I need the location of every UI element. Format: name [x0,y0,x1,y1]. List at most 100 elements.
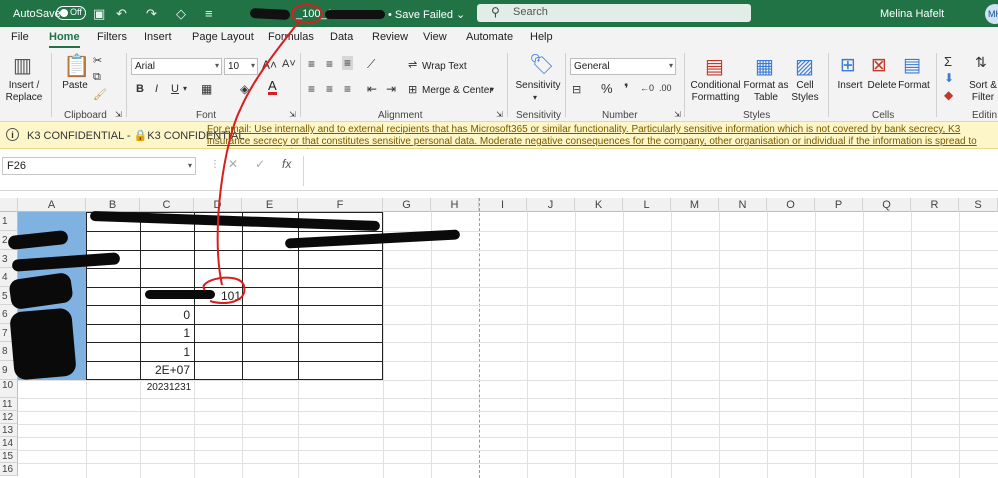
tab-insert[interactable]: Insert [144,31,172,43]
decrease-indent-icon[interactable]: ⇤ [367,82,377,96]
row-header-1[interactable]: 1 [0,212,18,231]
dialog-launcher-icon[interactable]: ⇲ [115,110,122,119]
dialog-launcher-icon[interactable]: ⇲ [496,110,503,119]
insert-cells-button[interactable]: Insert [833,80,867,92]
redo-icon[interactable]: ↷ [146,6,157,22]
increase-font-icon[interactable]: A˄ [262,58,277,72]
increase-decimal-icon[interactable]: ←0 [640,83,654,93]
save-status[interactable]: • Save Failed ⌄ [388,8,465,21]
orientation-icon[interactable]: ⟋ [367,57,375,72]
row-header-11[interactable]: 11 [0,398,18,411]
column-header-f[interactable]: F [298,198,383,212]
wrap-text-icon[interactable]: ⇌ [408,58,417,71]
undo-icon[interactable]: ↶ [116,6,127,22]
align-bottom-icon[interactable]: ≡ [342,56,354,70]
merge-center-button[interactable]: Merge & Center [422,85,493,97]
column-header-o[interactable]: O [767,198,815,212]
row-header-14[interactable]: 14 [0,437,18,450]
options-dots-icon[interactable]: ⋮ [210,159,220,170]
row-header-16[interactable]: 16 [0,463,18,476]
column-header-b[interactable]: B [86,198,140,212]
column-header-i[interactable]: I [479,198,527,212]
chevron-down-icon[interactable]: ▾ [490,85,494,94]
search-box[interactable]: ⚲ Search [477,4,751,22]
column-header-r[interactable]: R [911,198,959,212]
tab-review[interactable]: Review [372,31,408,43]
autosave-toggle[interactable]: Off [56,6,86,20]
cell-c9[interactable]: 2E+07 [140,363,194,377]
column-header-j[interactable]: J [527,198,575,212]
conditional-formatting-button[interactable]: Conditional Formatting [688,80,743,104]
select-all-corner[interactable] [0,198,18,212]
tab-filters[interactable]: Filters [97,31,127,43]
borders-icon[interactable]: ▦ [201,82,212,96]
column-header-d[interactable]: D [194,198,242,212]
fill-color-icon[interactable]: ◇ [176,6,186,22]
column-header-c[interactable]: C [140,198,194,212]
cell-c8[interactable]: 1 [140,345,194,359]
user-name[interactable]: Melina Hafelt [880,8,944,20]
align-center-icon[interactable]: ≡ [326,82,333,96]
insert-replace-button[interactable]: Insert / Replace [4,80,44,104]
paste-button[interactable]: Paste [60,80,90,92]
tab-home[interactable]: Home [49,31,80,48]
format-painter-icon[interactable]: 🖌 [93,88,107,101]
avatar[interactable]: MH [985,4,998,24]
format-cells-button[interactable]: Format [896,80,932,92]
cell-d5[interactable]: 101 [215,289,245,303]
column-header-h[interactable]: H [431,198,479,212]
column-header-n[interactable]: N [719,198,767,212]
column-header-a[interactable]: A [18,198,86,212]
row-header-12[interactable]: 12 [0,411,18,424]
percent-icon[interactable]: % [601,81,613,96]
wrap-text-button[interactable]: Wrap Text [422,61,467,73]
cell-styles-button[interactable]: Cell Styles [787,80,823,104]
tab-help[interactable]: Help [530,31,553,43]
row-header-15[interactable]: 15 [0,450,18,463]
italic-button[interactable]: I [155,83,158,95]
insert-function-button[interactable]: fx [282,157,291,171]
column-header-p[interactable]: P [815,198,863,212]
row-header-10[interactable]: 10 [0,380,18,398]
chevron-down-icon[interactable]: ▾ [533,93,537,102]
formula-input[interactable] [303,156,998,186]
autosum-icon[interactable]: Σ [944,54,952,69]
dialog-launcher-icon[interactable]: ⇲ [289,110,296,119]
copy-icon[interactable]: ⧉ [93,71,101,84]
spreadsheet-grid[interactable]: A B C D E F G H I J K L M N O P Q R S 1 … [0,4,998,478]
format-as-table-button[interactable]: Format as Table [743,80,789,104]
comma-style-icon[interactable]: ❜ [624,81,629,97]
tab-view[interactable]: View [423,31,447,43]
clear-icon[interactable]: ◆ [944,88,953,102]
column-header-q[interactable]: Q [863,198,911,212]
tab-automate[interactable]: Automate [466,31,513,43]
name-box[interactable]: F26 ▾ [2,157,196,175]
column-header-k[interactable]: K [575,198,623,212]
chevron-down-icon[interactable]: ▾ [183,84,187,93]
sort-filter-button[interactable]: Sort & Filter [968,80,998,104]
sensitivity-button[interactable]: Sensitivity [514,80,562,92]
merge-icon[interactable]: ⊞ [408,83,417,96]
cancel-entry-button[interactable]: ✕ [228,157,238,171]
column-header-e[interactable]: E [242,198,298,212]
tab-data[interactable]: Data [330,31,353,43]
tab-file[interactable]: File [11,31,29,43]
align-middle-icon[interactable]: ≡ [326,57,333,71]
align-left-icon[interactable]: ≡ [308,82,315,96]
font-name-dropdown[interactable]: Arial ▾ [131,58,222,75]
tab-formulas[interactable]: Formulas [268,31,314,43]
decrease-font-icon[interactable]: A˅ [282,58,296,70]
dialog-launcher-icon[interactable]: ⇲ [674,110,681,119]
cell-c10[interactable]: 20231231 [140,382,198,393]
decrease-decimal-icon[interactable]: .00 [659,83,672,93]
column-header-m[interactable]: M [671,198,719,212]
underline-button[interactable]: U [171,83,179,95]
fill-color-icon[interactable]: ◈ [240,82,249,96]
accounting-format-icon[interactable]: ⊟ [572,83,581,96]
align-top-icon[interactable]: ≡ [308,57,315,71]
customize-toolbar-icon[interactable]: ≡ [205,6,213,21]
number-format-dropdown[interactable]: General ▾ [570,58,676,75]
cell-c7[interactable]: 1 [140,326,194,340]
fill-icon[interactable]: ⬇ [944,71,954,85]
confirm-entry-button[interactable]: ✓ [255,157,265,171]
